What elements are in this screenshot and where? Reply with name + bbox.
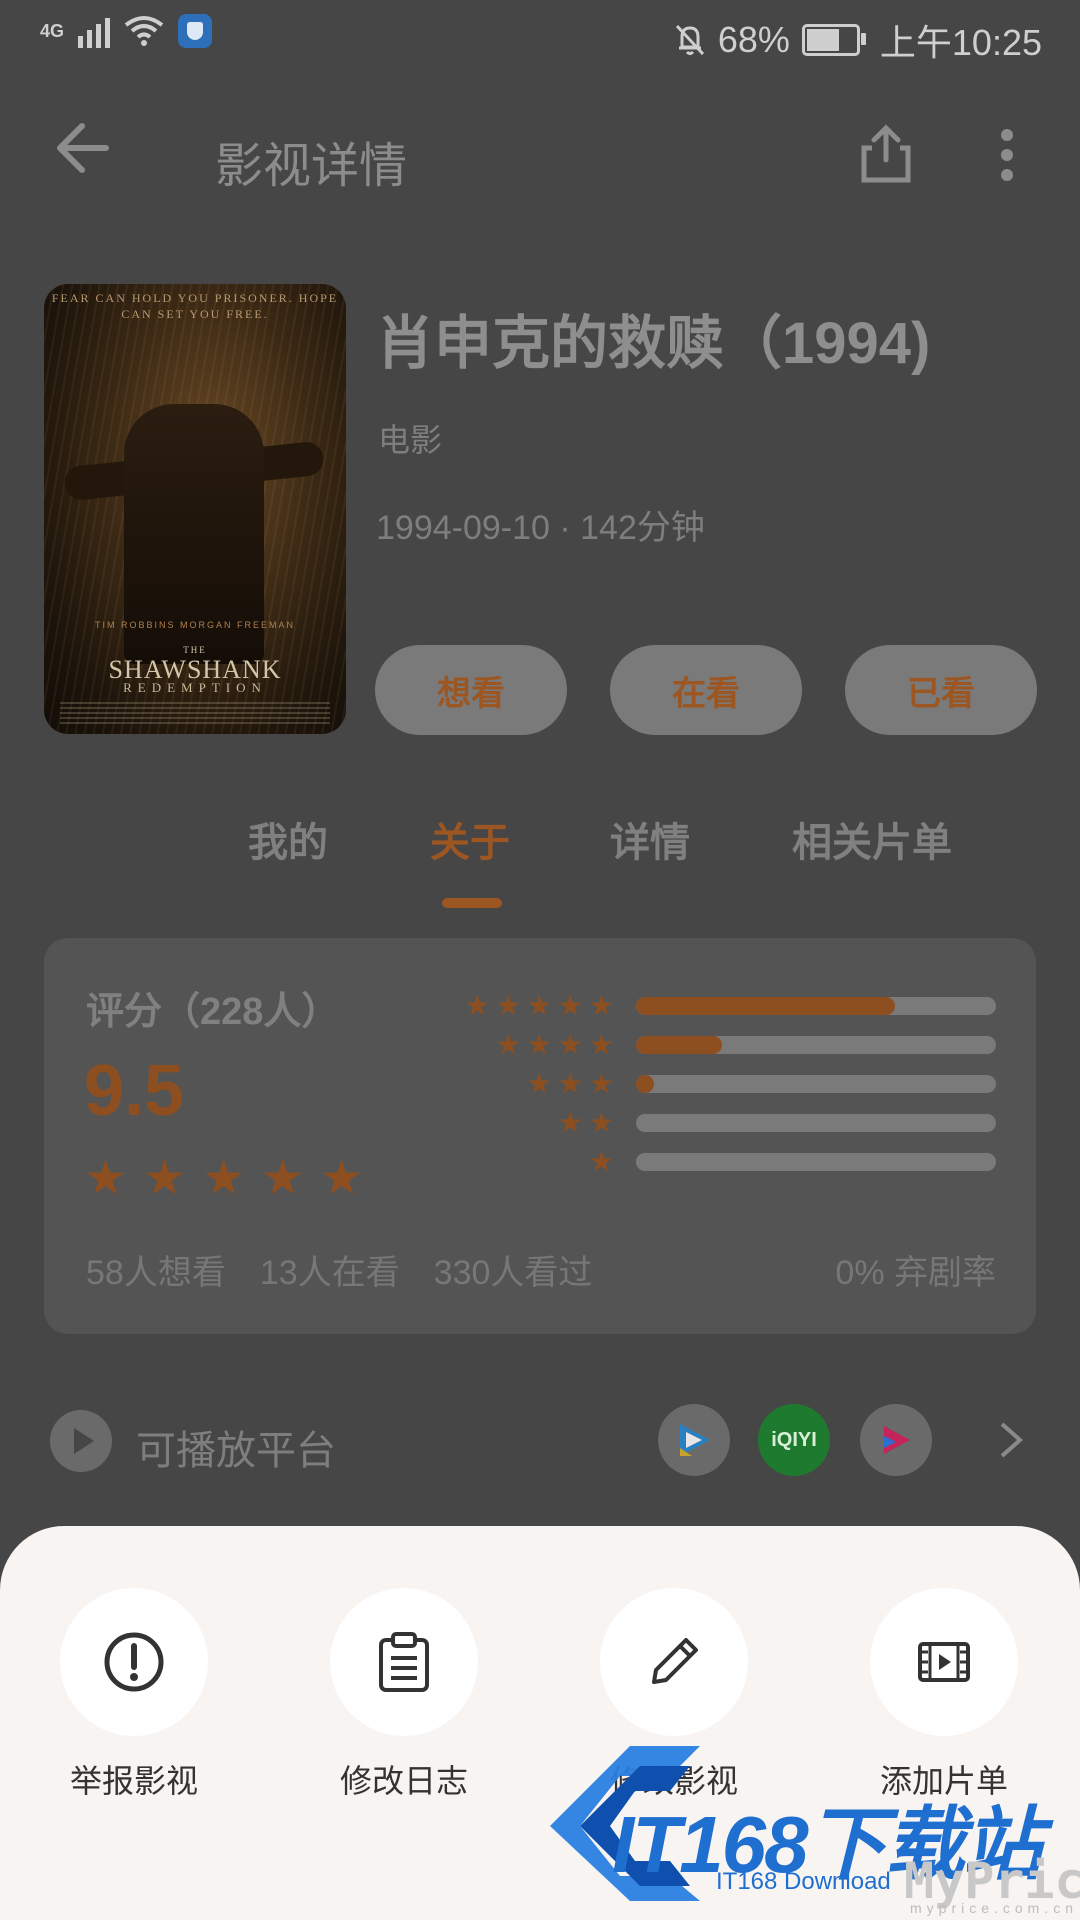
pencil-icon <box>652 1638 698 1684</box>
distribution-bar-fill <box>636 997 896 1015</box>
watching-button[interactable]: 在看 <box>610 645 802 735</box>
tencent-video-glyph <box>680 1424 710 1456</box>
poster-names: TIM ROBBINS MORGAN FREEMAN <box>94 620 295 630</box>
distribution-star-icon: ★ <box>464 990 490 1021</box>
shield-app-icon <box>178 14 213 48</box>
distribution-star-icon: ★ <box>557 1107 583 1138</box>
film-icon <box>918 1642 970 1682</box>
distribution-stars-4: ★ ★ ★ ★ <box>496 1031 614 1059</box>
edit-log-button[interactable] <box>330 1588 478 1736</box>
watched-count: 330人看过 <box>433 1254 593 1292</box>
signal-icon <box>78 14 111 48</box>
distribution-star-icon: ★ <box>588 1107 614 1138</box>
poster-tagline: FEAR CAN HOLD YOU PRISONER. HOPE CAN SET… <box>51 291 339 321</box>
distribution-stars-1: ★ <box>589 1148 614 1176</box>
rating-star-icon: ★ <box>143 1152 187 1205</box>
play-icon <box>50 1410 112 1472</box>
distribution-bar-fill <box>636 1075 654 1093</box>
chevron-right-icon[interactable] <box>996 1420 1026 1460</box>
rating-stars: ★ ★ ★ ★ ★ <box>84 1155 363 1203</box>
want-count: 58人想看 <box>86 1254 226 1292</box>
poster-credits <box>60 702 330 724</box>
distribution-star-icon: ★ <box>557 1029 583 1060</box>
poster-subtitle: REDEMPTION <box>123 680 267 695</box>
edit-movie-button[interactable] <box>600 1588 748 1736</box>
tab-mine[interactable]: 我的 <box>248 810 328 868</box>
watched-button[interactable]: 已看 <box>845 645 1037 735</box>
watermark-url: myprice.com.cn <box>910 1900 1079 1916</box>
tab-details[interactable]: 详情 <box>610 810 690 868</box>
rating-star-icon: ★ <box>320 1152 364 1205</box>
iqiyi-icon[interactable]: iQIYI <box>758 1404 830 1476</box>
distribution-star-icon: ★ <box>526 1068 552 1099</box>
rating-label: 评分（228人） <box>86 991 340 1033</box>
watch-counts: 58人想看 13人在看 330人看过 <box>86 1245 592 1294</box>
distribution-star-icon: ★ <box>557 990 583 1021</box>
status-left: 4G <box>40 14 213 48</box>
tencent-video-icon[interactable] <box>658 1404 730 1476</box>
distribution-star-icon: ★ <box>588 990 614 1021</box>
movie-poster[interactable]: FEAR CAN HOLD YOU PRISONER. HOPE CAN SET… <box>44 284 346 734</box>
youku-glyph <box>884 1426 910 1454</box>
rating-star-icon: ★ <box>84 1152 128 1205</box>
drop-rate: 0% 弃剧率 <box>835 1254 996 1292</box>
tab-about[interactable]: 关于 <box>430 810 510 868</box>
report-button[interactable] <box>60 1588 208 1736</box>
wifi-icon <box>124 16 164 46</box>
report-label: 举报影视 <box>69 1763 198 1799</box>
tab-indicator <box>442 898 502 908</box>
add-to-list-button[interactable] <box>870 1588 1018 1736</box>
platforms-label: 可播放平台 <box>136 1429 336 1473</box>
distribution-stars-2: ★ ★ <box>558 1109 614 1137</box>
want-watch-button[interactable]: 想看 <box>375 645 567 735</box>
share-icon[interactable] <box>860 124 912 184</box>
battery-percent: 68% <box>717 19 790 60</box>
distribution-bar-5 <box>636 997 996 1015</box>
distribution-star-icon: ★ <box>495 990 521 1021</box>
poster-title-small: THE <box>183 645 207 655</box>
distribution-bar-2 <box>636 1114 996 1132</box>
more-vertical-icon[interactable] <box>1000 128 1014 182</box>
network-type: 4G <box>40 21 65 41</box>
movie-meta: 1994-09-10 · 142分钟 <box>376 509 705 547</box>
distribution-bar-4 <box>636 1036 996 1054</box>
distribution-stars-5: ★ ★ ★ ★ ★ <box>464 992 614 1020</box>
distribution-star-icon: ★ <box>495 1029 521 1060</box>
distribution-stars-3: ★ ★ ★ <box>527 1070 614 1098</box>
distribution-star-icon: ★ <box>526 990 552 1021</box>
distribution-star-icon: ★ <box>526 1029 552 1060</box>
youku-icon[interactable] <box>860 1404 932 1476</box>
report-exclamation-icon <box>104 1632 164 1692</box>
watching-count: 13人在看 <box>259 1254 400 1292</box>
status-right: 68% 上午10:25 <box>674 14 1042 66</box>
clock: 上午10:25 <box>879 22 1042 63</box>
clipboard-icon <box>379 1632 429 1692</box>
tab-related-lists[interactable]: 相关片单 <box>792 810 952 868</box>
movie-title: 肖申克的救赎（1994) <box>376 311 931 376</box>
movie-type: 电影 <box>378 422 443 458</box>
distribution-star-icon: ★ <box>557 1068 583 1099</box>
battery-icon <box>801 24 866 56</box>
distribution-bar-1 <box>636 1153 996 1171</box>
page-title: 影视详情 <box>215 140 408 193</box>
distribution-star-icon: ★ <box>588 1068 614 1099</box>
distribution-bar-fill <box>636 1036 723 1054</box>
distribution-bar-3 <box>636 1075 996 1093</box>
rating-star-icon: ★ <box>261 1152 305 1205</box>
edit-log-label: 修改日志 <box>339 1763 468 1799</box>
mute-bell-icon <box>675 24 704 56</box>
rating-star-icon: ★ <box>202 1152 246 1205</box>
back-arrow-icon[interactable] <box>52 118 112 178</box>
distribution-star-icon: ★ <box>588 1029 614 1060</box>
rating-score: 9.5 <box>84 1051 185 1131</box>
distribution-star-icon: ★ <box>588 1146 614 1177</box>
status-bar: 4G 68% 上午10:25 <box>0 0 1080 72</box>
watermark-sub: IT168 Download <box>716 1868 891 1895</box>
